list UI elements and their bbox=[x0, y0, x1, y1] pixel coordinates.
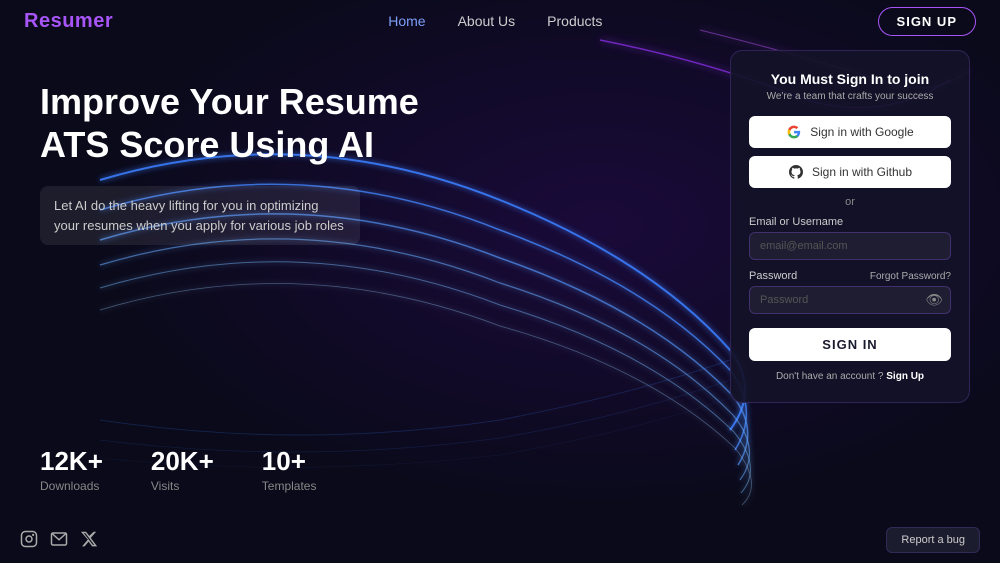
hero-section: Improve Your Resume ATS Score Using AI L… bbox=[40, 80, 440, 245]
google-icon bbox=[786, 124, 802, 140]
nav-about[interactable]: About Us bbox=[458, 13, 516, 29]
stat-templates-number: 10+ bbox=[262, 446, 317, 477]
password-input[interactable] bbox=[749, 286, 951, 314]
stat-templates-label: Templates bbox=[262, 479, 317, 493]
signin-card: You Must Sign In to join We're a team th… bbox=[730, 50, 970, 403]
stats-section: 12K+ Downloads 20K+ Visits 10+ Templates bbox=[40, 446, 316, 493]
signin-subtitle: We're a team that crafts your success bbox=[749, 91, 951, 102]
signin-title: You Must Sign In to join bbox=[749, 71, 951, 87]
password-row: Password Forgot Password? bbox=[749, 270, 951, 282]
signup-link[interactable]: Sign Up bbox=[886, 371, 924, 382]
signin-submit-button[interactable]: SIGN IN bbox=[749, 328, 951, 361]
email-icon[interactable] bbox=[50, 530, 68, 553]
email-label: Email or Username bbox=[749, 216, 951, 228]
logo[interactable]: Resumer bbox=[24, 10, 113, 33]
stat-downloads-label: Downloads bbox=[40, 479, 103, 493]
password-wrapper: 👁 bbox=[749, 286, 951, 314]
nav-home[interactable]: Home bbox=[388, 13, 425, 29]
no-account-text: Don't have an account ? Sign Up bbox=[749, 371, 951, 382]
or-divider: or bbox=[749, 196, 951, 208]
google-signin-label: Sign in with Google bbox=[810, 125, 913, 139]
stat-visits-number: 20K+ bbox=[151, 446, 214, 477]
hero-title: Improve Your Resume ATS Score Using AI bbox=[40, 80, 440, 166]
github-icon bbox=[788, 164, 804, 180]
stat-downloads-number: 12K+ bbox=[40, 446, 103, 477]
stat-visits-label: Visits bbox=[151, 479, 214, 493]
github-signin-button[interactable]: Sign in with Github bbox=[749, 156, 951, 188]
email-input[interactable] bbox=[749, 232, 951, 260]
stat-templates: 10+ Templates bbox=[262, 446, 317, 493]
github-signin-label: Sign in with Github bbox=[812, 165, 912, 179]
footer-icons bbox=[20, 530, 98, 553]
twitter-icon[interactable] bbox=[80, 530, 98, 553]
forgot-password-link[interactable]: Forgot Password? bbox=[870, 271, 951, 282]
report-bug-button[interactable]: Report a bug bbox=[886, 527, 980, 553]
nav-products[interactable]: Products bbox=[547, 13, 602, 29]
password-label: Password bbox=[749, 270, 797, 282]
eye-icon[interactable]: 👁 bbox=[925, 292, 943, 309]
navbar: Resumer Home About Us Products SIGN UP bbox=[0, 0, 1000, 42]
stat-visits: 20K+ Visits bbox=[151, 446, 214, 493]
google-signin-button[interactable]: Sign in with Google bbox=[749, 116, 951, 148]
hero-description: Let AI do the heavy lifting for you in o… bbox=[40, 186, 360, 245]
nav-signup-button[interactable]: SIGN UP bbox=[878, 7, 976, 36]
stat-downloads: 12K+ Downloads bbox=[40, 446, 103, 493]
nav-links: Home About Us Products bbox=[388, 13, 602, 29]
instagram-icon[interactable] bbox=[20, 530, 38, 553]
